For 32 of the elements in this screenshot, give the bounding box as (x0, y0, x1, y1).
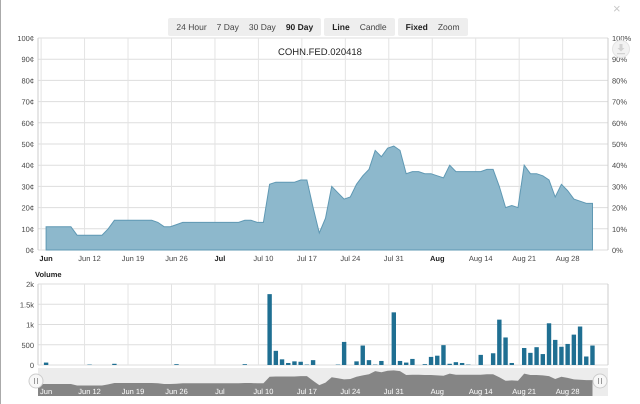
slider-handle[interactable] (592, 374, 608, 388)
volume-bar (553, 340, 558, 365)
range-button[interactable]: 30 Day (244, 18, 281, 36)
volume-bar (510, 362, 514, 365)
volume-bar (286, 362, 290, 365)
volume-bar (590, 346, 595, 365)
volume-bar (392, 312, 396, 365)
range-button[interactable]: Zoom (432, 18, 465, 36)
volume-bar (540, 354, 545, 365)
volume-bar (490, 353, 496, 365)
volume-bar (435, 356, 440, 365)
volume-bar (354, 361, 359, 365)
volume-bar (478, 354, 483, 365)
range-button[interactable]: Fixed (400, 18, 433, 36)
volume-bar (546, 323, 552, 365)
download-icon[interactable] (612, 40, 630, 58)
volume-bar (522, 348, 526, 365)
volume-bar (410, 358, 415, 365)
slider-handle[interactable] (28, 374, 44, 388)
range-button[interactable]: Candle (354, 18, 392, 36)
volume-bar (584, 356, 588, 365)
range-button[interactable]: 24 Hour (171, 18, 212, 36)
volume-bar (360, 346, 365, 365)
volume-bar (267, 294, 272, 365)
range-button[interactable]: 7 Day (212, 18, 244, 36)
volume-bar (44, 362, 48, 365)
chart-title: COHN.FED.020418 (278, 47, 362, 58)
range-button[interactable]: Line (327, 18, 355, 36)
volume-bar (379, 360, 384, 365)
volume-bar (404, 362, 408, 365)
volume-bar (398, 360, 402, 365)
range-button[interactable]: 90 Day (280, 18, 318, 36)
